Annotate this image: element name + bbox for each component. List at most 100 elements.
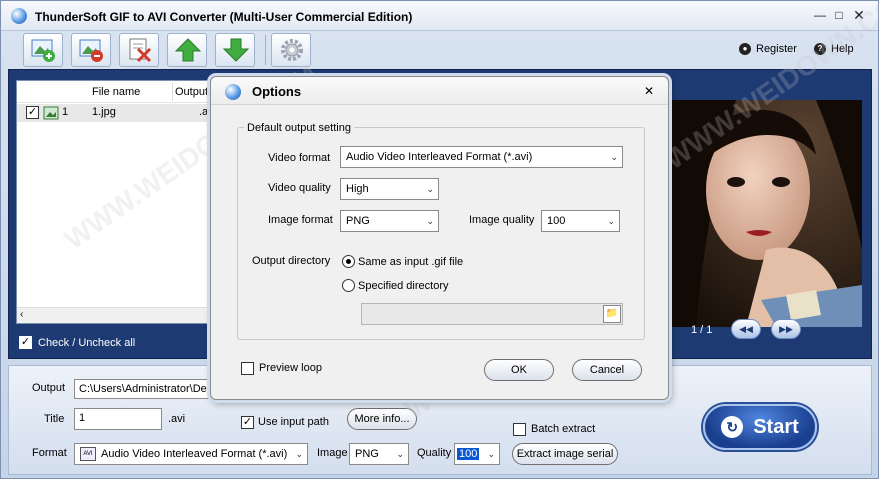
video-format-value: Audio Video Interleaved Format (*.avi) [346,151,533,163]
specified-directory-label: Specified directory [358,280,449,292]
add-file-button[interactable] [23,33,63,67]
start-button[interactable]: ↻ Start [703,404,817,450]
start-label: Start [753,415,799,438]
first-image-button[interactable]: ◀◀ [731,319,761,339]
table-row[interactable]: ✓ 1 1.jpg .avi [17,104,225,122]
format-label: Format [32,447,67,459]
preview-photo [666,100,862,327]
dialog-image-format-value: PNG [346,215,370,227]
close-icon[interactable]: ✕ [644,84,654,98]
chevron-down-icon: ⌄ [426,216,434,226]
maximize-icon[interactable]: □ [830,7,848,23]
register-label: Register [756,43,797,55]
output-path-field[interactable]: C:\Users\Administrator\Desk [74,379,219,399]
folder-icon[interactable]: 📁 [603,305,621,323]
help-label: Help [831,43,854,55]
help-icon: ? [814,43,826,55]
use-input-path-checkbox[interactable]: ✓ [241,416,254,429]
arrow-down-icon [222,38,250,62]
title-bar: ThunderSoft GIF to AVI Converter (Multi-… [1,1,878,31]
image-format-label: Image format [268,214,333,226]
title-label: Title [44,413,65,425]
batch-extract-label: Batch extract [531,423,596,435]
cancel-button[interactable]: Cancel [572,359,642,381]
more-info-button[interactable]: More info... [347,408,417,430]
image-format-select[interactable]: PNG ⌄ [349,443,409,465]
chevron-down-icon: ⌄ [295,449,303,459]
output-directory-label: Output directory [252,255,331,267]
image-quality-label: Image quality [469,214,535,226]
last-image-button[interactable]: ▶▶ [771,319,801,339]
video-quality-select[interactable]: High ⌄ [340,178,439,200]
toolbar-separator [265,35,266,65]
quality-select[interactable]: 100 ⌄ [454,443,500,465]
row-checkbox[interactable]: ✓ [26,106,39,119]
move-up-button[interactable] [167,33,207,67]
same-as-input-radio[interactable] [342,255,355,268]
horizontal-scrollbar[interactable]: ‹ [17,307,225,323]
page-counter: 1 / 1 [691,324,713,336]
file-list[interactable]: File name Output fo ✓ 1 1.jpg .avi ‹ [16,80,226,324]
batch-extract-checkbox[interactable] [513,423,526,436]
directory-path-field[interactable]: 📁 [361,303,623,325]
refresh-icon: ↻ [721,416,744,438]
register-link[interactable]: ● Register [739,43,797,55]
close-icon[interactable]: ✕ [850,7,868,23]
window-title: ThunderSoft GIF to AVI Converter (Multi-… [35,10,413,24]
image-file-icon [43,106,59,120]
options-button[interactable] [271,33,311,67]
title-field[interactable]: 1 [74,408,162,430]
ok-button[interactable]: OK [484,359,554,381]
image-format-value: PNG [355,448,379,460]
dialog-title-bar: Options ✕ [211,77,668,105]
image-quality-value: 100 [547,215,566,227]
format-value: Audio Video Interleaved Format (*.avi) [101,448,288,460]
minimize-icon[interactable]: — [811,7,829,23]
add-image-icon [31,39,55,62]
remove-image-icon [79,39,103,62]
dialog-logo-icon [225,84,241,100]
key-icon: ● [739,43,751,55]
check-all-toggle[interactable]: ✓ Check / Uncheck all [19,336,135,349]
chevron-down-icon: ⌄ [610,152,618,162]
use-input-path-label: Use input path [258,416,329,428]
extract-image-serial-button[interactable]: Extract image serial [512,443,618,465]
chevron-down-icon: ⌄ [487,449,495,459]
list-header: File name Output fo [17,81,225,103]
format-select[interactable]: AVI Audio Video Interleaved Format (*.av… [74,443,308,465]
dialog-image-format-select[interactable]: PNG ⌄ [340,210,439,232]
clear-list-button[interactable] [119,33,159,67]
chevron-down-icon: ⌄ [426,184,434,194]
group-label: Default output setting [244,122,354,134]
row-file-name: 1.jpg [92,106,116,118]
options-dialog: Options ✕ Default output setting Video f… [210,76,669,400]
specified-directory-radio[interactable] [342,279,355,292]
check-all-checkbox[interactable]: ✓ [19,336,32,349]
quality-value: 100 [457,448,480,460]
output-label: Output [32,382,66,394]
column-divider [172,83,173,101]
dialog-title: Options [252,84,302,99]
video-quality-value: High [346,183,369,195]
scroll-left-icon[interactable]: ‹ [20,309,23,320]
preview-loop-checkbox[interactable] [241,362,254,375]
arrow-up-icon [174,38,202,62]
check-all-label: Check / Uncheck all [38,336,136,349]
gear-icon [281,39,303,61]
main-window: ThunderSoft GIF to AVI Converter (Multi-… [0,0,879,479]
title-extension: .avi [168,413,186,425]
video-quality-label: Video quality [268,182,331,194]
image-quality-select[interactable]: 100 ⌄ [541,210,620,232]
app-logo-icon [11,8,27,24]
image-preview [666,100,862,327]
quality-label: Quality [417,447,452,459]
same-as-input-label: Same as input .gif file [358,256,464,268]
image-label: Image [317,447,348,459]
column-header-file-name[interactable]: File name [92,81,140,103]
remove-file-button[interactable] [71,33,111,67]
move-down-button[interactable] [215,33,255,67]
video-format-label: Video format [268,152,331,164]
clear-list-icon [129,38,152,63]
video-format-select[interactable]: Audio Video Interleaved Format (*.avi) ⌄ [340,146,623,168]
help-link[interactable]: ? Help [814,43,854,55]
